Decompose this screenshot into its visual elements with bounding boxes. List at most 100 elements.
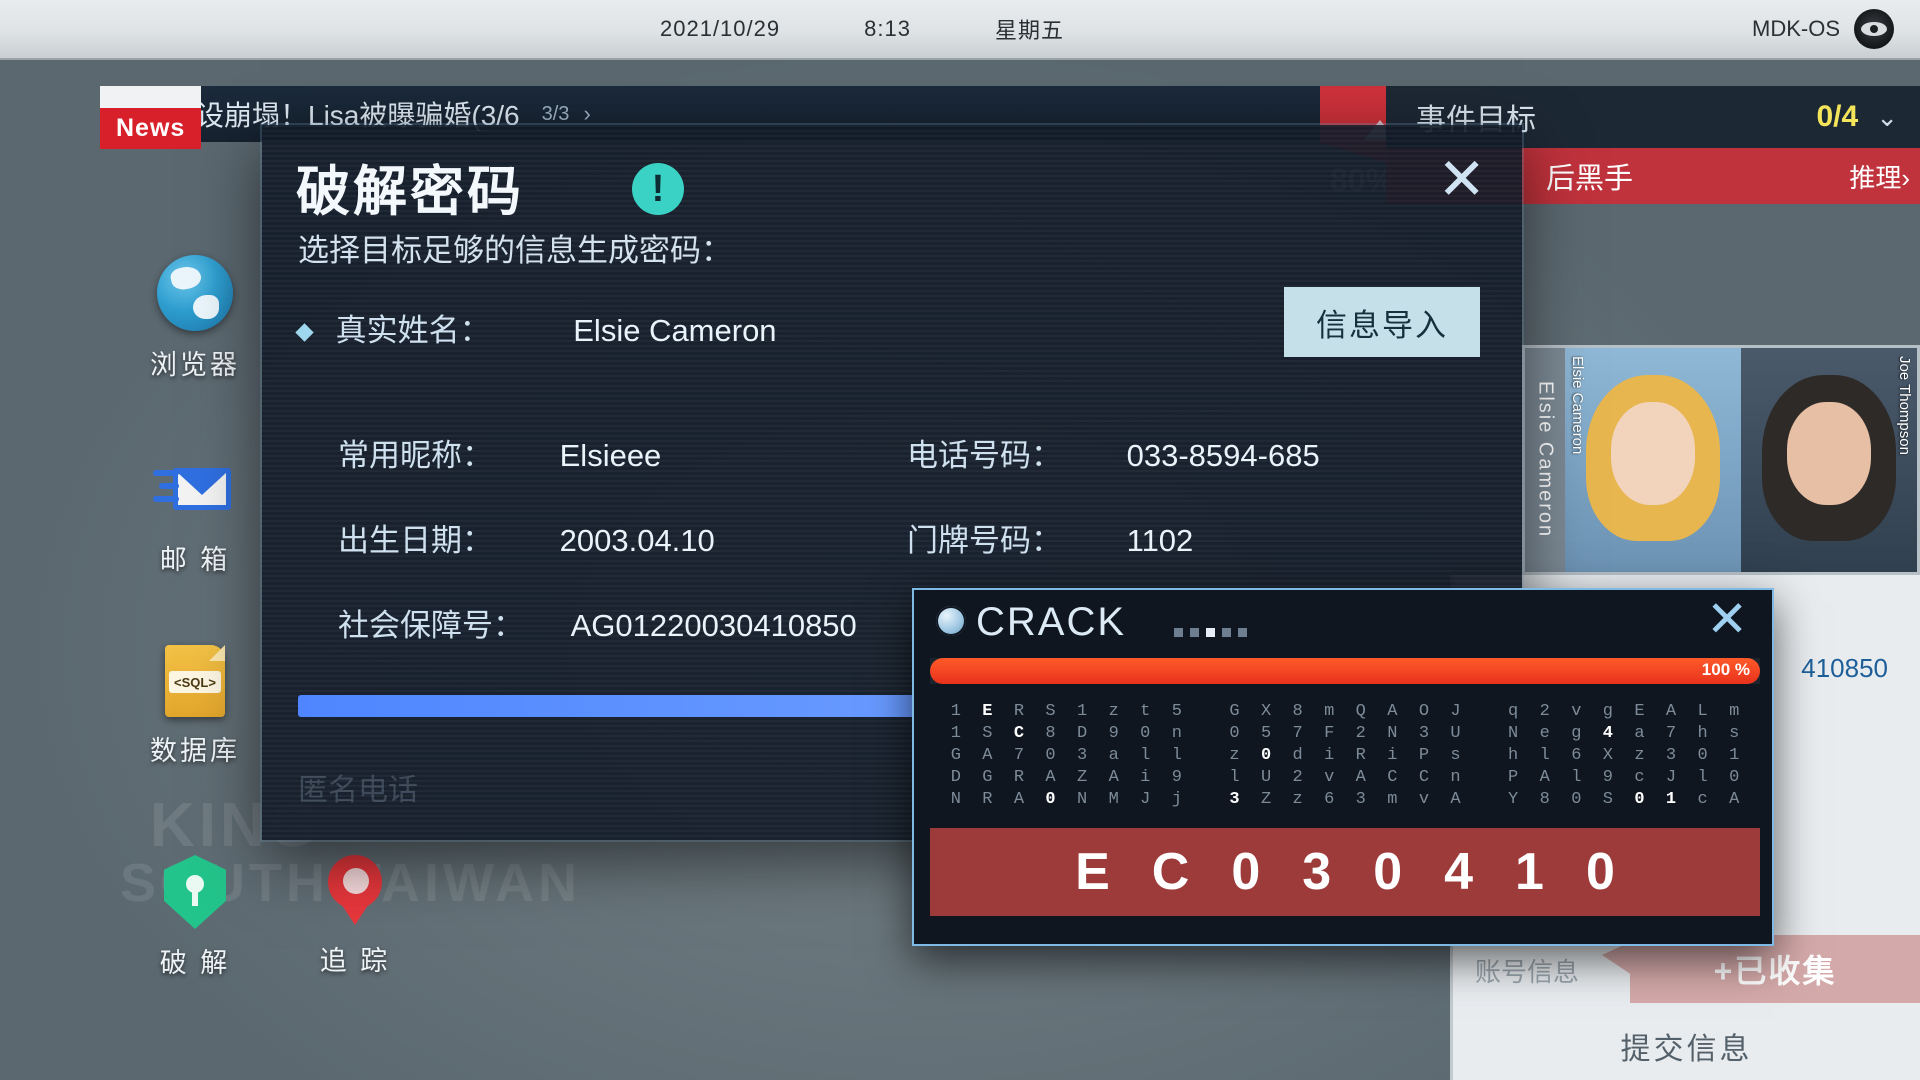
password-character: C — [1151, 843, 1190, 901]
crack-grid-cell: Z — [1260, 790, 1272, 809]
crack-progress-track: 100 % — [930, 658, 1760, 684]
crack-grid-cell: L — [1697, 702, 1708, 721]
avatar[interactable]: Elsie Cameron — [1565, 348, 1741, 572]
crack-grid-cell: g — [1602, 702, 1613, 721]
crack-grid-cell: Z — [1077, 768, 1088, 787]
sidebar-item-mail[interactable]: 邮 箱 — [120, 450, 270, 577]
field-key: 社会保障号： — [338, 608, 524, 643]
field-value: Elsieee — [559, 438, 662, 473]
objective-more-link[interactable]: 推理› — [1849, 158, 1910, 195]
field-social-security[interactable]: 社会保障号： AG01220030410850 — [338, 600, 857, 645]
field-house-number[interactable]: 门牌号码： 1102 — [907, 515, 1193, 560]
crack-grid-cell: A — [1450, 790, 1461, 809]
crack-grid-cell: E — [1634, 702, 1645, 721]
crack-grid-cell: i — [1324, 746, 1335, 765]
crack-grid-cell: 0 — [1697, 746, 1708, 765]
crack-grid-cell: a — [1108, 746, 1119, 765]
crack-grid-cell: N — [1387, 724, 1398, 743]
crack-grid-cell: R — [982, 790, 993, 809]
sidebar-item-crack[interactable]: 破 解 — [120, 855, 270, 980]
crack-grid-cell: 8 — [1045, 724, 1056, 743]
crack-grid-row: l U 2 v A C Cn — [1219, 768, 1472, 787]
character-tab[interactable]: Elsie Cameron — [1525, 348, 1565, 572]
crack-grid-cell: A — [1045, 768, 1056, 787]
crack-grid-cell: 0 — [1729, 768, 1740, 787]
password-character: 0 — [1373, 843, 1403, 901]
crack-grid-cell: G — [1229, 702, 1240, 721]
crack-grid-cell: s — [1729, 724, 1740, 743]
field-key: 门牌号码： — [907, 523, 1062, 558]
chevron-right-icon[interactable]: › — [583, 101, 590, 127]
crack-grid-cell: A — [1355, 768, 1366, 787]
crack-grid-cell: R — [1355, 746, 1366, 765]
chevron-down-icon[interactable]: ⌄ — [1876, 102, 1898, 133]
crack-grid-cell: C — [1418, 768, 1430, 787]
crack-grid-row: q 2 v g E A Lm — [1497, 702, 1750, 721]
crack-grid-cell: 6 — [1324, 790, 1335, 809]
field-value: Elsie Cameron — [573, 313, 777, 348]
crack-grid-cell: h — [1697, 724, 1708, 743]
crack-grid-cell: Q — [1355, 702, 1366, 721]
crack-grid-block: 1ERS1zt51SC8D90nGA703allDGRAZAi9NRA0NMJj — [940, 702, 1193, 810]
field-value: 033-8594-685 — [1126, 438, 1320, 473]
sidebar-item-label: 数据库 — [150, 736, 240, 766]
field-nickname[interactable]: 常用昵称： Elsieee — [338, 430, 661, 475]
crack-grid-cell: 2 — [1539, 702, 1550, 721]
crack-grid-cell: D — [1077, 724, 1088, 743]
crack-grid-cell: 1 — [1665, 790, 1677, 809]
field-key: 出生日期： — [338, 523, 493, 558]
crack-grid-cell: v — [1571, 702, 1582, 721]
sidebar-item-label: 浏览器 — [150, 350, 240, 380]
crack-grid-cell: v — [1418, 790, 1430, 809]
crack-grid-row: P Al 9 c Jl 0 — [1497, 768, 1750, 787]
crack-window[interactable]: CRACK ✕ 100 % 1ERS1zt51SC8D90nGA703allDG… — [912, 588, 1774, 946]
crack-grid-cell: D — [950, 768, 961, 787]
field-birthdate[interactable]: 出生日期： 2003.04.10 — [338, 515, 715, 560]
crack-grid-cell: G — [982, 768, 993, 787]
globe-icon — [936, 606, 966, 636]
crack-grid-cell: 2 — [1355, 724, 1366, 743]
crack-grid-cell: 1 — [950, 702, 961, 721]
sidebar-item-browser[interactable]: 浏览器 — [120, 255, 270, 382]
crack-grid-cell: 7 — [1665, 724, 1677, 743]
crack-grid-cell: 8 — [1539, 790, 1550, 809]
crack-grid-cell: l — [1539, 746, 1550, 765]
system-time: 8:13 — [864, 16, 911, 41]
crack-grid-cell: O — [1418, 702, 1430, 721]
system-date: 2021/10/29 — [660, 16, 781, 41]
eye-logo-icon — [1854, 9, 1894, 49]
submit-info-button[interactable]: 提交信息 — [1453, 1024, 1920, 1068]
crack-grid-cell: U — [1450, 724, 1461, 743]
password-character: 3 — [1302, 843, 1332, 901]
sidebar-item-track[interactable]: 追 踪 — [280, 855, 430, 978]
system-top-bar: 2021/10/29 8:13 星期五 MDK-OS — [0, 0, 1920, 60]
import-info-button[interactable]: 信息导入 — [1284, 287, 1480, 357]
sidebar-item-database[interactable]: <SQL> 数据库 — [120, 645, 270, 768]
sidebar-item-label: 追 踪 — [319, 946, 391, 976]
crack-grid-cell: N — [1508, 724, 1519, 743]
loading-dots-icon — [1174, 628, 1247, 637]
crack-grid-cell: m — [1729, 702, 1740, 721]
crack-grid-cell: P — [1418, 746, 1430, 765]
field-real-name[interactable]: 真实姓名： Elsie Cameron — [295, 305, 777, 350]
crack-grid-cell: z — [1292, 790, 1303, 809]
sql-file-icon: <SQL> — [165, 645, 225, 717]
crack-grid-cell: 0 — [1045, 790, 1056, 809]
dialog-subtitle: 选择目标足够的信息生成密码： — [298, 233, 732, 268]
crack-grid-cell: 9 — [1171, 768, 1182, 787]
crack-grid-row: 0 5 7 F 2 N 3 U — [1219, 724, 1472, 743]
crack-grid-row: z 0 d i Ri Ps — [1219, 746, 1472, 765]
crack-grid-cell: 3 — [1355, 790, 1366, 809]
crack-grid-cell: 3 — [1077, 746, 1088, 765]
crack-grid-row: D G R A Z Ai 9 — [940, 768, 1193, 787]
crack-grid-cell: S — [1602, 790, 1613, 809]
character-portrait-panel[interactable]: Elsie Cameron Elsie Cameron Joe Thompson — [1522, 345, 1920, 575]
close-icon[interactable]: ✕ — [1437, 151, 1486, 209]
close-icon[interactable]: ✕ — [1706, 594, 1748, 644]
exclamation-icon[interactable]: ! — [632, 163, 684, 215]
crack-grid-cell: 5 — [1171, 702, 1182, 721]
crack-grid-cell: 0 — [1045, 746, 1056, 765]
crack-grid-row: N R A 0 N M Jj — [940, 790, 1193, 809]
field-phone[interactable]: 电话号码： 033-8594-685 — [907, 430, 1320, 475]
avatar[interactable]: Joe Thompson — [1741, 348, 1917, 572]
